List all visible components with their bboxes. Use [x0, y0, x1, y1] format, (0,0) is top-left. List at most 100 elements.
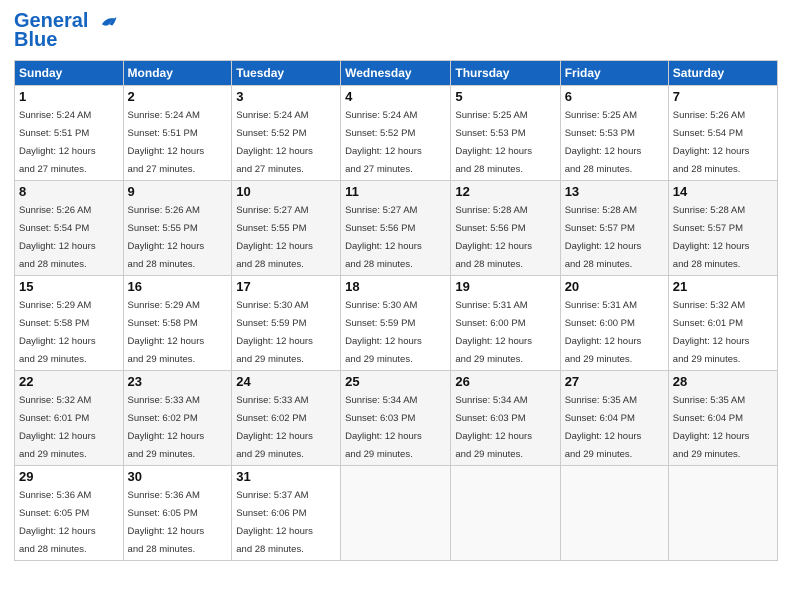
- day-info: Sunrise: 5:24 AMSunset: 5:52 PMDaylight:…: [236, 110, 313, 175]
- day-number: 20: [565, 279, 664, 294]
- day-number: 18: [345, 279, 446, 294]
- day-info: Sunrise: 5:30 AMSunset: 5:59 PMDaylight:…: [345, 300, 422, 365]
- day-info: Sunrise: 5:32 AMSunset: 6:01 PMDaylight:…: [19, 395, 96, 460]
- day-info: Sunrise: 5:34 AMSunset: 6:03 PMDaylight:…: [455, 395, 532, 460]
- day-info: Sunrise: 5:28 AMSunset: 5:57 PMDaylight:…: [565, 205, 642, 270]
- calendar-cell: 24 Sunrise: 5:33 AMSunset: 6:02 PMDayligh…: [232, 370, 341, 465]
- calendar-cell: 30 Sunrise: 5:36 AMSunset: 6:05 PMDayligh…: [123, 465, 232, 560]
- header: General Blue: [14, 10, 778, 52]
- day-number: 29: [19, 469, 119, 484]
- calendar-cell: 25 Sunrise: 5:34 AMSunset: 6:03 PMDayligh…: [341, 370, 451, 465]
- day-number: 26: [455, 374, 555, 389]
- calendar-cell: 3 Sunrise: 5:24 AMSunset: 5:52 PMDaylight…: [232, 85, 341, 180]
- day-number: 22: [19, 374, 119, 389]
- day-number: 24: [236, 374, 336, 389]
- day-info: Sunrise: 5:29 AMSunset: 5:58 PMDaylight:…: [128, 300, 205, 365]
- calendar-cell: 4 Sunrise: 5:24 AMSunset: 5:52 PMDaylight…: [341, 85, 451, 180]
- day-info: Sunrise: 5:34 AMSunset: 6:03 PMDaylight:…: [345, 395, 422, 460]
- day-number: 2: [128, 89, 228, 104]
- calendar-cell: 12 Sunrise: 5:28 AMSunset: 5:56 PMDayligh…: [451, 180, 560, 275]
- day-number: 30: [128, 469, 228, 484]
- logo-bird-icon: [96, 11, 118, 33]
- day-number: 5: [455, 89, 555, 104]
- day-info: Sunrise: 5:27 AMSunset: 5:55 PMDaylight:…: [236, 205, 313, 270]
- calendar-cell: [451, 465, 560, 560]
- calendar-cell: 8 Sunrise: 5:26 AMSunset: 5:54 PMDaylight…: [15, 180, 124, 275]
- day-of-week-header-row: SundayMondayTuesdayWednesdayThursdayFrid…: [15, 60, 778, 85]
- day-number: 8: [19, 184, 119, 199]
- calendar-cell: 23Sunrise: 5:33 AMSunset: 6:02 PMDayligh…: [123, 370, 232, 465]
- calendar-cell: 26 Sunrise: 5:34 AMSunset: 6:03 PMDayligh…: [451, 370, 560, 465]
- dow-tuesday: Tuesday: [232, 60, 341, 85]
- week-row-3: 15 Sunrise: 5:29 AMSunset: 5:58 PMDayligh…: [15, 275, 778, 370]
- week-row-2: 8 Sunrise: 5:26 AMSunset: 5:54 PMDaylight…: [15, 180, 778, 275]
- calendar-cell: 21Sunrise: 5:32 AMSunset: 6:01 PMDayligh…: [668, 275, 777, 370]
- dow-wednesday: Wednesday: [341, 60, 451, 85]
- day-info: Sunrise: 5:35 AMSunset: 6:04 PMDaylight:…: [673, 395, 750, 460]
- day-number: 27: [565, 374, 664, 389]
- day-number: 1: [19, 89, 119, 104]
- day-number: 19: [455, 279, 555, 294]
- calendar-cell: 31Sunrise: 5:37 AMSunset: 6:06 PMDayligh…: [232, 465, 341, 560]
- day-number: 7: [673, 89, 773, 104]
- calendar-cell: 10 Sunrise: 5:27 AMSunset: 5:55 PMDayligh…: [232, 180, 341, 275]
- day-info: Sunrise: 5:35 AMSunset: 6:04 PMDaylight:…: [565, 395, 642, 460]
- day-info: Sunrise: 5:30 AMSunset: 5:59 PMDaylight:…: [236, 300, 313, 365]
- day-info: Sunrise: 5:26 AMSunset: 5:54 PMDaylight:…: [19, 205, 96, 270]
- day-info: Sunrise: 5:33 AMSunset: 6:02 PMDaylight:…: [236, 395, 313, 460]
- day-number: 13: [565, 184, 664, 199]
- calendar-cell: 22 Sunrise: 5:32 AMSunset: 6:01 PMDayligh…: [15, 370, 124, 465]
- calendar-cell: 6 Sunrise: 5:25 AMSunset: 5:53 PMDaylight…: [560, 85, 668, 180]
- day-info: Sunrise: 5:26 AMSunset: 5:54 PMDaylight:…: [673, 110, 750, 175]
- calendar-cell: 20 Sunrise: 5:31 AMSunset: 6:00 PMDayligh…: [560, 275, 668, 370]
- calendar-cell: [668, 465, 777, 560]
- calendar-cell: 17Sunrise: 5:30 AMSunset: 5:59 PMDayligh…: [232, 275, 341, 370]
- calendar-cell: 18 Sunrise: 5:30 AMSunset: 5:59 PMDayligh…: [341, 275, 451, 370]
- day-info: Sunrise: 5:36 AMSunset: 6:05 PMDaylight:…: [128, 490, 205, 555]
- day-number: 11: [345, 184, 446, 199]
- day-info: Sunrise: 5:28 AMSunset: 5:57 PMDaylight:…: [673, 205, 750, 270]
- day-info: Sunrise: 5:29 AMSunset: 5:58 PMDaylight:…: [19, 300, 96, 365]
- day-number: 25: [345, 374, 446, 389]
- day-number: 15: [19, 279, 119, 294]
- calendar-cell: 29 Sunrise: 5:36 AMSunset: 6:05 PMDayligh…: [15, 465, 124, 560]
- day-info: Sunrise: 5:25 AMSunset: 5:53 PMDaylight:…: [455, 110, 532, 175]
- day-number: 6: [565, 89, 664, 104]
- calendar-cell: 28 Sunrise: 5:35 AMSunset: 6:04 PMDayligh…: [668, 370, 777, 465]
- day-number: 14: [673, 184, 773, 199]
- calendar-cell: 9Sunrise: 5:26 AMSunset: 5:55 PMDaylight…: [123, 180, 232, 275]
- day-number: 28: [673, 374, 773, 389]
- day-info: Sunrise: 5:24 AMSunset: 5:51 PMDaylight:…: [128, 110, 205, 175]
- calendar-cell: 7 Sunrise: 5:26 AMSunset: 5:54 PMDaylight…: [668, 85, 777, 180]
- day-number: 9: [128, 184, 228, 199]
- day-info: Sunrise: 5:36 AMSunset: 6:05 PMDaylight:…: [19, 490, 96, 555]
- dow-monday: Monday: [123, 60, 232, 85]
- calendar-cell: 16Sunrise: 5:29 AMSunset: 5:58 PMDayligh…: [123, 275, 232, 370]
- dow-thursday: Thursday: [451, 60, 560, 85]
- day-info: Sunrise: 5:31 AMSunset: 6:00 PMDaylight:…: [565, 300, 642, 365]
- week-row-5: 29 Sunrise: 5:36 AMSunset: 6:05 PMDayligh…: [15, 465, 778, 560]
- day-info: Sunrise: 5:24 AMSunset: 5:52 PMDaylight:…: [345, 110, 422, 175]
- day-number: 12: [455, 184, 555, 199]
- calendar-cell: 11 Sunrise: 5:27 AMSunset: 5:56 PMDayligh…: [341, 180, 451, 275]
- day-info: Sunrise: 5:28 AMSunset: 5:56 PMDaylight:…: [455, 205, 532, 270]
- day-number: 23: [128, 374, 228, 389]
- day-number: 21: [673, 279, 773, 294]
- week-row-4: 22 Sunrise: 5:32 AMSunset: 6:01 PMDayligh…: [15, 370, 778, 465]
- calendar-cell: 13 Sunrise: 5:28 AMSunset: 5:57 PMDayligh…: [560, 180, 668, 275]
- day-number: 10: [236, 184, 336, 199]
- day-number: 3: [236, 89, 336, 104]
- day-number: 31: [236, 469, 336, 484]
- dow-saturday: Saturday: [668, 60, 777, 85]
- calendar-cell: 5 Sunrise: 5:25 AMSunset: 5:53 PMDaylight…: [451, 85, 560, 180]
- calendar-cell: 2 Sunrise: 5:24 AMSunset: 5:51 PMDaylight…: [123, 85, 232, 180]
- calendar-cell: [560, 465, 668, 560]
- calendar-cell: 19Sunrise: 5:31 AMSunset: 6:00 PMDayligh…: [451, 275, 560, 370]
- calendar-cell: 27 Sunrise: 5:35 AMSunset: 6:04 PMDayligh…: [560, 370, 668, 465]
- day-info: Sunrise: 5:25 AMSunset: 5:53 PMDaylight:…: [565, 110, 642, 175]
- dow-sunday: Sunday: [15, 60, 124, 85]
- day-info: Sunrise: 5:27 AMSunset: 5:56 PMDaylight:…: [345, 205, 422, 270]
- day-info: Sunrise: 5:24 AMSunset: 5:51 PMDaylight:…: [19, 110, 96, 175]
- day-number: 4: [345, 89, 446, 104]
- calendar-table: SundayMondayTuesdayWednesdayThursdayFrid…: [14, 60, 778, 561]
